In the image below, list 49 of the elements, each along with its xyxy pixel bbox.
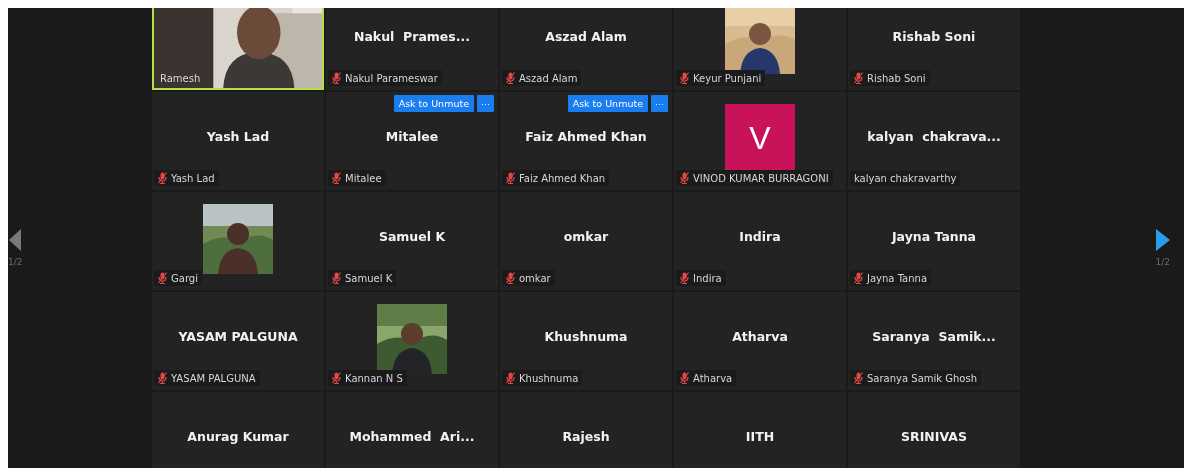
ask-to-unmute-button[interactable]: Ask to Unmute [567, 95, 648, 112]
name-label: Nakul Parameswar [328, 70, 442, 86]
page-indicator: 1/2 [8, 257, 23, 267]
name-label: Jayna Tanna [850, 270, 932, 286]
participant-name: Saranya Samik... [872, 329, 996, 344]
more-button[interactable]: ··· [651, 95, 668, 112]
more-button[interactable]: ··· [477, 95, 494, 112]
name-label: Khushnuma [502, 370, 583, 386]
name-label: Faiz Ahmed Khan [502, 170, 610, 186]
name-label: Samuel K [328, 270, 397, 286]
participant-name: IITH [745, 429, 775, 444]
name-label: Indira [676, 270, 726, 286]
participant-name: Faiz Ahmed Khan [525, 129, 647, 144]
previous-page-icon[interactable] [9, 229, 22, 251]
name-label: Keyur Punjani [676, 70, 766, 86]
participant-name: Mohammed Ari... [349, 429, 475, 444]
name-label: YASAM PALGUNA [154, 370, 260, 386]
participant-name: Nakul Prames... [353, 29, 470, 44]
participant-name: Atharva [732, 329, 788, 344]
participant-name: Indira [739, 229, 781, 244]
participant-name: omkar [563, 229, 609, 244]
name-label: VINOD KUMAR BURRAGONI [676, 170, 833, 186]
participant-name: SRINIVAS [901, 429, 967, 444]
name-label: Aszad Alam [502, 70, 582, 86]
avatar: V [725, 104, 795, 172]
name-label: Yash Lad [154, 170, 219, 186]
participant-name: Khushnuma [544, 329, 628, 344]
participant-name: kalyan chakrava... [867, 129, 1001, 144]
participant-name: Rishab Soni [892, 29, 976, 44]
name-label: Saranya Samik Ghosh [850, 370, 981, 386]
ask-to-unmute-button[interactable]: Ask to Unmute [393, 95, 474, 112]
name-label: Mitalee [328, 170, 386, 186]
name-label: Kannan N S [328, 370, 407, 386]
participant-name: Yash Lad [206, 129, 270, 144]
participant-name: YASAM PALGUNA [178, 329, 298, 344]
name-label: Atharva [676, 370, 737, 386]
name-label: Gargi [154, 270, 202, 286]
name-label: omkar [502, 270, 555, 286]
name-label: Ramesh [159, 72, 202, 86]
name-label: Rishab Soni [850, 70, 930, 86]
participant-name: Rajesh [562, 429, 610, 444]
participant-name: Aszad Alam [545, 29, 627, 44]
participant-name: Anurag Kumar [187, 429, 289, 444]
participant-name: Jayna Tanna [891, 229, 977, 244]
participant-name: Samuel K [378, 229, 446, 244]
participant-name: Mitalee [385, 129, 439, 144]
next-page-icon[interactable] [1155, 229, 1170, 251]
page-indicator: 1/2 [1155, 257, 1170, 267]
name-label: kalyan chakravarthy [850, 171, 961, 186]
